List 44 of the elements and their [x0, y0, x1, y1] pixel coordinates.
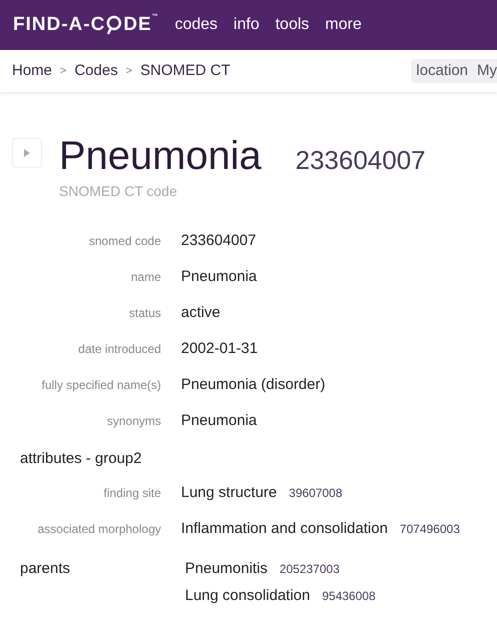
field-value: Pneumonia [181, 411, 257, 431]
parent-link[interactable]: Pneumonitis [185, 558, 268, 580]
field-label: status [128, 305, 161, 322]
logo-text: FIND-A-C [13, 12, 106, 37]
field-label: snomed code [88, 233, 161, 250]
expand-button[interactable] [12, 138, 42, 168]
field-value: 2002-01-31 [181, 339, 258, 359]
breadcrumb-link[interactable]: Home [12, 60, 52, 82]
location-toggle[interactable]: location My [411, 58, 497, 84]
field-label: synonyms [106, 413, 161, 430]
nav-link[interactable]: tools [275, 13, 310, 37]
nav-link[interactable]: codes [174, 13, 218, 37]
field-label: associated morphology [36, 521, 161, 538]
field-value: active [181, 303, 220, 323]
field-label: name [130, 269, 161, 286]
field-value: Pneumonia [181, 267, 257, 287]
subtitle: SNOMED CT code [59, 182, 178, 201]
breadcrumb-link[interactable]: SNOMED CT [140, 60, 230, 82]
toggle-option[interactable]: My [477, 60, 497, 82]
title-code: 233604007 [295, 144, 426, 177]
parent-code: 205237003 [280, 561, 340, 578]
parent-link[interactable]: Lung consolidation [185, 584, 310, 607]
logo-text: DE [123, 12, 152, 37]
breadcrumb-link[interactable]: Codes [74, 60, 118, 82]
field-label: fully specified name(s) [40, 377, 161, 394]
breadcrumb-separator: > [126, 64, 132, 79]
toggle-option[interactable]: location [416, 60, 468, 82]
caret-icon [24, 149, 30, 157]
parent-code: 95436008 [322, 588, 376, 604]
nav-link[interactable]: more [325, 13, 362, 37]
section-heading: parents [19, 559, 72, 579]
attribute-code: 39607008 [288, 485, 342, 502]
nav-link[interactable]: info [234, 13, 260, 37]
page-title: Pneumonia [59, 133, 262, 180]
field-value: Pneumonia (disorder) [181, 375, 326, 395]
attribute-link[interactable]: Lung structure [181, 482, 277, 504]
field-label: date introduced [77, 341, 161, 358]
section-heading: attributes - group2 [19, 449, 143, 469]
field-label: finding site [102, 485, 161, 502]
attribute-link[interactable]: Inflammation and consolidation [181, 518, 388, 540]
field-value: 233604007 [181, 231, 256, 251]
attribute-code: 707496003 [400, 521, 460, 538]
magnifier-icon [106, 15, 122, 35]
breadcrumb-separator: > [60, 64, 66, 79]
